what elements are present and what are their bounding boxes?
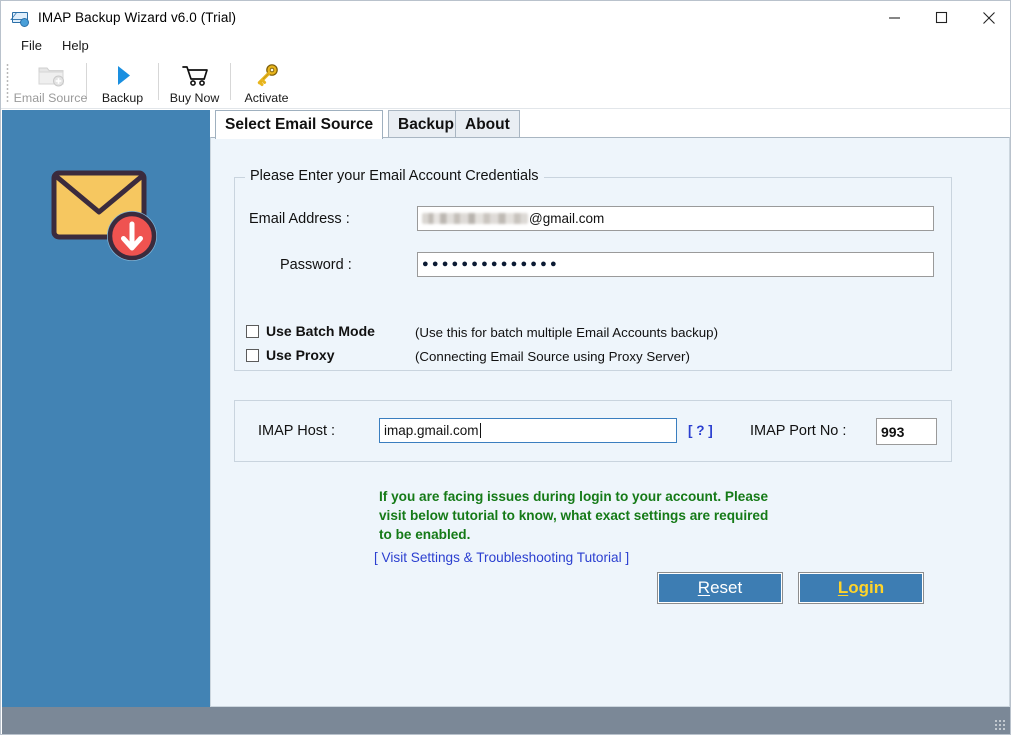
tab-strip: Select Email Source Backup About xyxy=(210,110,1010,139)
tab-panel-select-email-source: Please Enter your Email Account Credenti… xyxy=(210,137,1010,707)
shopping-cart-icon xyxy=(180,62,210,88)
envelope-download-logo-icon xyxy=(48,163,164,272)
imap-host-value: imap.gmail.com xyxy=(384,423,479,438)
sidebar-panel xyxy=(2,110,210,707)
use-batch-mode-note: (Use this for batch multiple Email Accou… xyxy=(415,325,719,340)
checkbox-box-batch-mode[interactable] xyxy=(246,324,259,338)
use-proxy-note: (Connecting Email Source using Proxy Ser… xyxy=(415,349,690,364)
checkbox-box-proxy[interactable] xyxy=(246,348,259,362)
status-bar xyxy=(2,707,1010,734)
email-local-part-redacted xyxy=(422,213,528,224)
content-area: Select Email Source Backup About Please … xyxy=(210,110,1010,707)
toolbar-button-backup[interactable]: Backup xyxy=(87,57,158,108)
application-window: IMAP Backup Wizard v6.0 (Trial) File Hel… xyxy=(0,0,1011,735)
password-label: Password : xyxy=(280,257,352,273)
toolbar-label-backup: Backup xyxy=(101,91,144,105)
toolbar-button-email-source[interactable]: Email Source xyxy=(13,57,88,108)
toolbar-button-buy-now[interactable]: Buy Now xyxy=(159,57,230,108)
troubleshooting-tutorial-link[interactable]: [ Visit Settings & Troubleshooting Tutor… xyxy=(374,550,629,565)
menu-bar: File Help xyxy=(1,34,1010,57)
window-controls xyxy=(871,1,1010,34)
resize-grip-icon[interactable] xyxy=(994,719,1006,731)
use-batch-mode-label: Use Batch Mode xyxy=(266,323,375,339)
folder-add-icon xyxy=(36,62,66,88)
credentials-group-box: Please Enter your Email Account Credenti… xyxy=(234,168,952,371)
email-address-label: Email Address : xyxy=(249,211,350,227)
password-masked-value: ●●●●●●●●●●●●●● xyxy=(422,258,560,270)
reset-button[interactable]: Reset xyxy=(657,572,783,604)
credentials-group-title: Please Enter your Email Account Credenti… xyxy=(245,168,544,184)
text-caret xyxy=(479,423,481,438)
email-address-input[interactable]: @gmail.com xyxy=(417,206,934,231)
imap-port-value: 993 xyxy=(881,423,905,440)
toolbar-label-buy-now: Buy Now xyxy=(169,91,220,105)
use-proxy-label: Use Proxy xyxy=(266,347,335,363)
imap-host-input[interactable]: imap.gmail.com xyxy=(379,418,677,443)
key-icon xyxy=(253,62,281,88)
tab-backup[interactable]: Backup xyxy=(388,110,464,138)
tab-about[interactable]: About xyxy=(455,110,520,138)
imap-host-help-link[interactable]: [ ? ] xyxy=(688,423,713,438)
window-title: IMAP Backup Wizard v6.0 (Trial) xyxy=(38,10,237,25)
toolbar-button-activate[interactable]: Activate xyxy=(231,57,302,108)
maximize-icon[interactable] xyxy=(918,1,965,34)
reset-button-label: Reset xyxy=(697,578,743,597)
menu-item-help[interactable]: Help xyxy=(52,36,99,55)
menu-item-file[interactable]: File xyxy=(11,36,52,55)
close-icon[interactable] xyxy=(965,1,1010,34)
toolbar-label-email-source: Email Source xyxy=(13,91,88,105)
login-issue-notice: If you are facing issues during login to… xyxy=(379,489,769,542)
imap-host-label: IMAP Host : xyxy=(258,423,336,439)
toolbar: Email Source Backup Buy Now Activate xyxy=(1,57,1010,109)
app-envelope-icon xyxy=(10,9,30,27)
tab-select-email-source[interactable]: Select Email Source xyxy=(215,110,384,139)
use-batch-mode-checkbox[interactable]: Use Batch Mode xyxy=(246,323,375,339)
imap-port-input[interactable]: 993 xyxy=(876,418,937,445)
minimize-icon[interactable] xyxy=(871,1,918,34)
use-proxy-checkbox[interactable]: Use Proxy xyxy=(246,347,334,363)
play-triangle-icon xyxy=(110,62,136,88)
imap-port-label: IMAP Port No : xyxy=(750,423,847,439)
title-bar: IMAP Backup Wizard v6.0 (Trial) xyxy=(1,1,1010,34)
server-settings-group-box: IMAP Host : imap.gmail.com [ ? ] IMAP Po… xyxy=(234,400,952,462)
toolbar-drag-grip[interactable] xyxy=(4,63,13,102)
login-button-label: Login xyxy=(837,578,885,597)
toolbar-label-activate: Activate xyxy=(244,91,289,105)
email-domain-text: @gmail.com xyxy=(529,211,605,226)
login-button[interactable]: Login xyxy=(798,572,924,604)
password-input[interactable]: ●●●●●●●●●●●●●● xyxy=(417,252,934,277)
